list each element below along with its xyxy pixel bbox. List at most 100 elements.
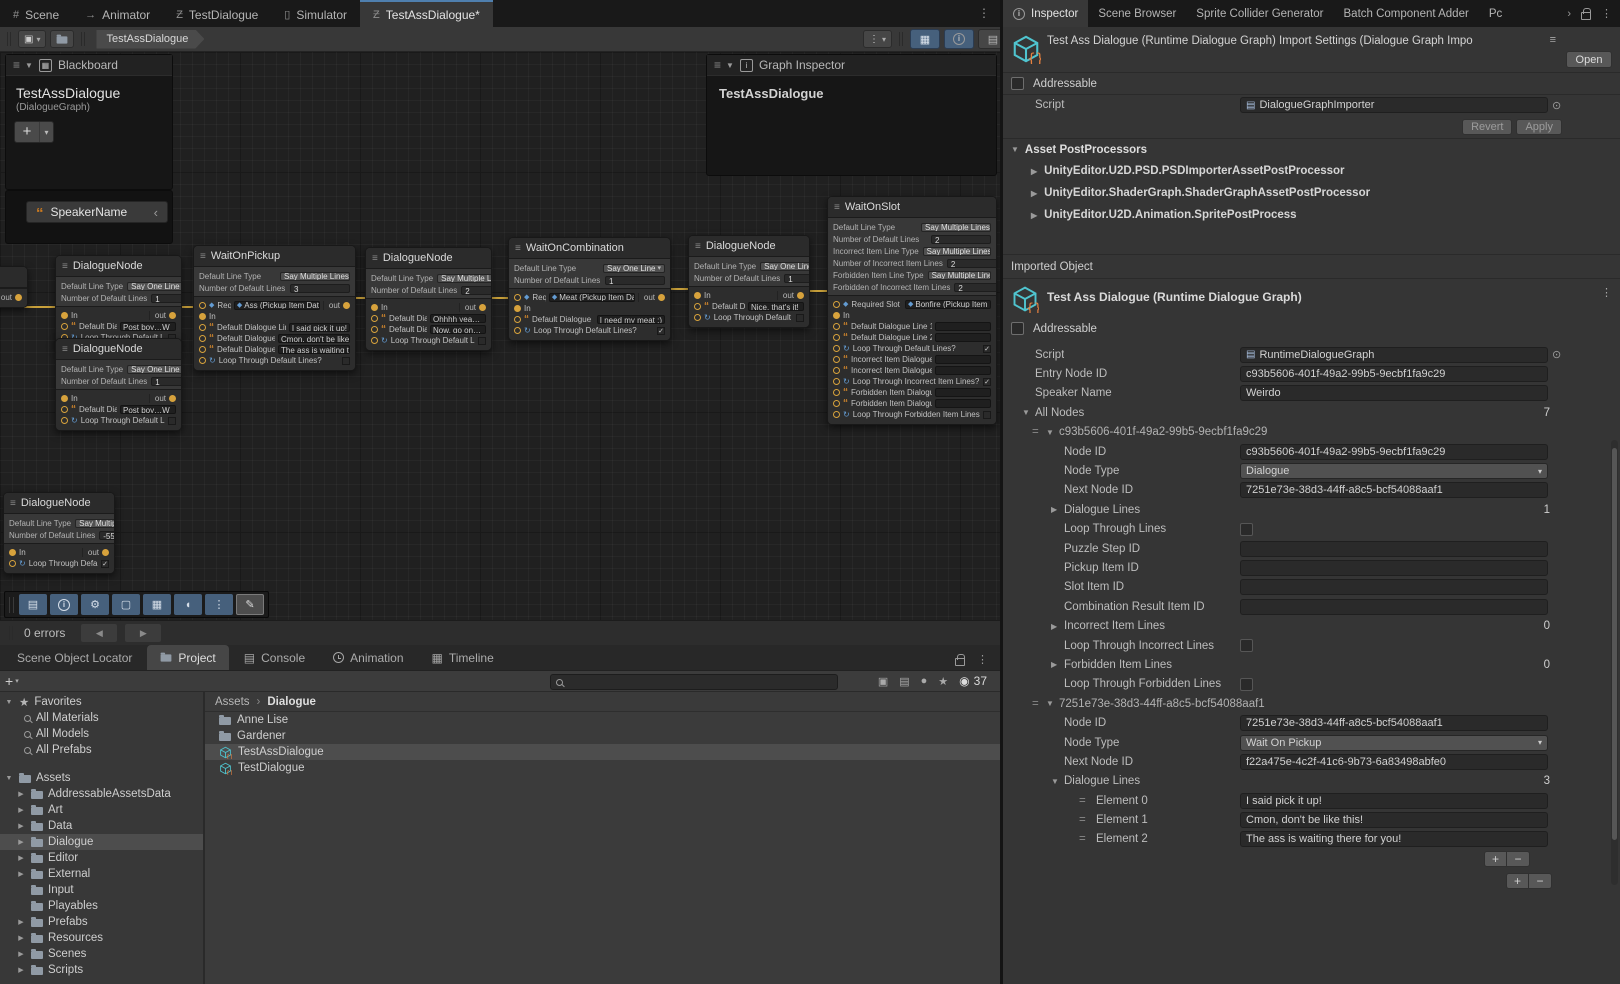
foldout-closed-icon[interactable]: ▶ xyxy=(16,934,26,942)
property-checkbox[interactable] xyxy=(1240,523,1253,536)
next-error-button[interactable]: ▶ xyxy=(125,624,161,642)
output-port-icon[interactable] xyxy=(169,395,176,402)
foldout-open-icon[interactable]: ▼ xyxy=(4,699,14,706)
field-dropdown[interactable]: Say One Line▾ xyxy=(760,262,810,271)
tab-animator[interactable]: →Animator xyxy=(72,0,163,27)
property-value-field[interactable]: f22a475e-4c2f-41c6-9b73-6a83498abfe0 xyxy=(1240,754,1548,770)
property-value-field[interactable] xyxy=(1240,599,1548,615)
drag-handle-icon[interactable]: ≡ xyxy=(13,58,19,72)
file-testdialogue[interactable]: {}TestDialogue xyxy=(205,760,1000,776)
blackboard-view-button[interactable]: ▦ xyxy=(143,594,171,615)
port-text-field[interactable] xyxy=(935,333,991,342)
drag-handle-icon[interactable]: = xyxy=(1032,426,1039,438)
postprocessor-item[interactable]: ▶UnityEditor.U2D.PSD.PSDImporterAssetPos… xyxy=(1003,160,1620,182)
port-checkbox[interactable]: ✓ xyxy=(657,327,665,335)
tab-scene-browser[interactable]: Scene Browser xyxy=(1088,0,1186,27)
input-port-icon[interactable] xyxy=(61,312,68,319)
object-field[interactable]: ◆Bonfire (Pickup Item Data)⊙ xyxy=(905,300,991,309)
property-value-field[interactable]: c93b5606-401f-49a2-99b5-9ecbf1fa9c29 xyxy=(1240,444,1548,460)
field-dropdown[interactable]: Say Multiple Lines▾ xyxy=(280,272,350,281)
data-port-icon[interactable] xyxy=(833,301,840,308)
foldout-closed-icon[interactable]: ▶ xyxy=(16,854,26,862)
panel-kebab-icon[interactable]: ⋮ xyxy=(977,653,988,666)
foldout-closed-icon[interactable]: ▶ xyxy=(1051,660,1057,669)
foldout-open-icon[interactable]: ▼ xyxy=(1022,408,1030,417)
port-text-field[interactable]: Nice, that's it! xyxy=(748,302,804,311)
tab-simulator[interactable]: ▯Simulator xyxy=(271,0,360,27)
favorites-star-icon[interactable]: ★ xyxy=(938,675,948,688)
output-port[interactable]: out xyxy=(149,311,176,320)
tree-item-resources[interactable]: ▶Resources xyxy=(0,930,203,946)
data-port-icon[interactable] xyxy=(199,346,206,353)
postprocessors-foldout[interactable]: ▼ Asset PostProcessors xyxy=(1003,138,1620,160)
property-checkbox[interactable] xyxy=(1240,639,1253,652)
tab-scene[interactable]: #Scene xyxy=(0,0,72,27)
graph-node-dialoguenode[interactable]: ≡DialogueNodeDefault Line TypeSay One Li… xyxy=(55,338,182,431)
data-port-icon[interactable] xyxy=(833,356,840,363)
data-port-icon[interactable] xyxy=(199,324,206,331)
field-input[interactable]: -55 xyxy=(99,531,115,540)
tab-testassdialogue[interactable]: ƵTestAssDialogue* xyxy=(360,0,493,27)
port-text-field[interactable]: I said pick it up! xyxy=(289,323,350,332)
blackboard-field-speakername[interactable]: “ SpeakerName ‹ xyxy=(26,201,168,223)
foldout-closed-icon[interactable]: ▶ xyxy=(1031,189,1037,198)
input-port-icon[interactable] xyxy=(694,292,701,299)
drag-handle-icon[interactable]: = xyxy=(1079,795,1086,807)
port-text-field[interactable]: The ass is waiting there for y xyxy=(278,345,350,354)
foldout-closed-icon[interactable]: ▶ xyxy=(16,806,26,814)
tree-item-input[interactable]: Input xyxy=(0,882,203,898)
foldout-closed-icon[interactable]: ▶ xyxy=(16,966,26,974)
data-port-icon[interactable] xyxy=(694,303,701,310)
tab-console[interactable]: ▤Console xyxy=(231,645,318,670)
output-port[interactable]: out xyxy=(777,291,804,300)
port-text-field[interactable] xyxy=(935,399,991,408)
graph-node-waitonslot[interactable]: ≡WaitOnSlotDefault Line TypeSay Multiple… xyxy=(827,196,997,425)
field-input[interactable]: 1 xyxy=(605,276,665,285)
file-testassdialogue[interactable]: {}TestAssDialogue xyxy=(205,744,1000,760)
drag-handle-icon[interactable]: = xyxy=(1079,833,1086,845)
object-picker-icon[interactable]: ⊙ xyxy=(1552,348,1561,361)
foldout-closed-icon[interactable]: ▶ xyxy=(16,838,26,846)
postprocessor-item[interactable]: ▶UnityEditor.U2D.Animation.SpritePostPro… xyxy=(1003,204,1620,226)
field-dropdown[interactable]: Say Multiple Lines▾ xyxy=(75,519,115,528)
data-port-icon[interactable] xyxy=(833,378,840,385)
add-variable-button[interactable]: +▾ xyxy=(14,121,54,143)
field-input[interactable]: 2 xyxy=(461,286,492,295)
output-port[interactable]: out xyxy=(459,303,486,312)
property-value-field[interactable]: c93b5606-401f-49a2-99b5-9ecbf1fa9c29 xyxy=(1240,366,1548,382)
blackboard-panel[interactable]: ≡ ▼ ▦ Blackboard TestAssDialogue (Dialog… xyxy=(5,54,173,190)
data-port-icon[interactable] xyxy=(61,406,68,413)
data-port-icon[interactable] xyxy=(833,400,840,407)
output-port-icon[interactable] xyxy=(15,294,22,301)
foldout-closed-icon[interactable]: ▶ xyxy=(16,950,26,958)
object-field[interactable]: ◆Ass (Pickup Item Data)⊙ xyxy=(234,301,320,310)
data-port-icon[interactable] xyxy=(199,357,206,364)
data-port-icon[interactable] xyxy=(833,367,840,374)
favorite-item-all-prefabs[interactable]: All Prefabs xyxy=(0,742,203,758)
data-port-icon[interactable] xyxy=(371,326,378,333)
tab-scroll-right-icon[interactable]: › xyxy=(1567,8,1571,20)
tab-animation[interactable]: Animation xyxy=(320,645,416,670)
tree-section-assets[interactable]: ▼Assets xyxy=(0,770,203,786)
output-port-icon[interactable] xyxy=(102,549,109,556)
add-element-button[interactable]: + xyxy=(1506,873,1529,889)
graph-canvas[interactable]: ≡ ▼ ▦ Blackboard TestAssDialogue (Dialog… xyxy=(0,52,1000,620)
audio-preview-button[interactable]: ◖ xyxy=(174,594,202,615)
tab-sprite-collider-generator[interactable]: Sprite Collider Generator xyxy=(1186,0,1333,27)
foldout-closed-icon[interactable]: ▶ xyxy=(1051,505,1057,514)
property-checkbox[interactable] xyxy=(1240,678,1253,691)
breadcrumb[interactable]: TestAssDialogue xyxy=(96,30,204,49)
data-port-icon[interactable] xyxy=(694,314,701,321)
output-port[interactable]: out xyxy=(0,293,22,302)
object-field[interactable]: ◆Meat (Pickup Item Data)⊙ xyxy=(549,293,635,302)
port-checkbox[interactable]: ✓ xyxy=(983,378,991,386)
tab-pc[interactable]: Pc xyxy=(1479,0,1512,27)
tree-item-external[interactable]: ▶External xyxy=(0,866,203,882)
port-checkbox[interactable]: ✓ xyxy=(101,560,109,568)
tools-button[interactable]: ⚙ xyxy=(81,594,109,615)
data-port-icon[interactable] xyxy=(61,323,68,330)
data-port-icon[interactable] xyxy=(833,345,840,352)
data-port-icon[interactable] xyxy=(61,417,68,424)
input-port-icon[interactable] xyxy=(833,312,840,319)
output-port-icon[interactable] xyxy=(169,312,176,319)
